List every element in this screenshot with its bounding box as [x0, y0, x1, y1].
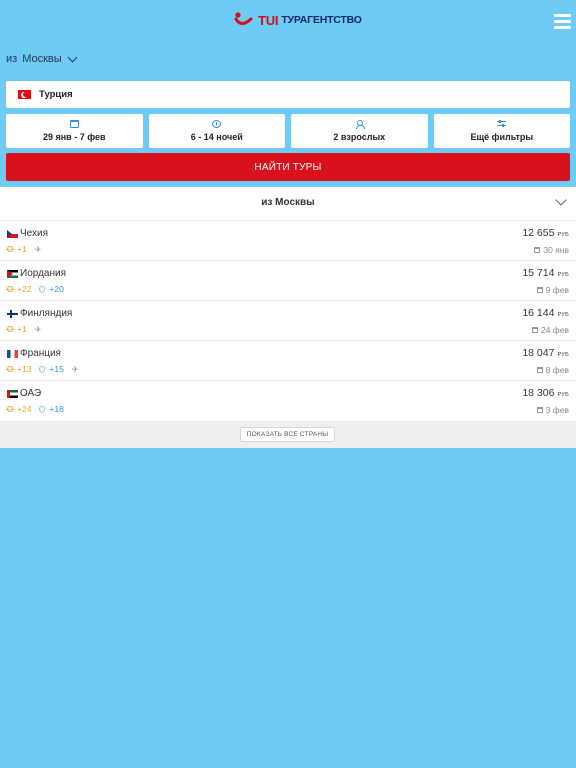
person-icon — [355, 120, 365, 129]
price-currency: РУБ — [557, 232, 569, 238]
price-value: 12 655 — [522, 227, 555, 239]
departure-date: 30 янв — [543, 245, 569, 255]
czech-flag-icon — [7, 230, 18, 238]
show-all-countries-button[interactable]: ПОКАЗАТЬ ВСЕ СТРАНЫ — [240, 427, 335, 442]
calendar-icon — [69, 120, 79, 128]
logo-text: ТУРАГЕНТСТВО — [281, 14, 362, 26]
more-filters-label: Ещё фильтры — [470, 132, 534, 142]
plane-icon: ✈ — [34, 244, 42, 254]
departure-date: 3 фев — [545, 405, 569, 415]
offers-panel-title: из Москвы — [261, 197, 315, 208]
nights-filter[interactable]: 6 - 14 ночей — [148, 114, 285, 148]
from-prefix: из — [6, 53, 18, 65]
water-temperature: +18 — [49, 404, 64, 414]
app-header: TUI ТУРАГЕНТСТВО — [0, 0, 576, 46]
departure-date: 24 фев — [540, 325, 569, 335]
sun-icon — [5, 366, 15, 372]
price-currency: РУБ — [557, 272, 569, 278]
calendar-icon — [536, 407, 543, 413]
price-value: 16 144 — [522, 307, 555, 319]
departure-city-selector[interactable]: из Москвы — [6, 52, 78, 65]
hamburger-menu-icon[interactable] — [554, 14, 571, 29]
air-temperature: +1 — [17, 244, 27, 254]
country-offer-row[interactable]: Иордания +22 +20 15 714 РУБ 9 фев — [0, 261, 576, 301]
plane-icon: ✈ — [71, 364, 79, 374]
search-filters: 29 янв - 7 фев 6 - 14 ночей 2 взрослых Е… — [6, 114, 570, 148]
dates-filter-label: 29 янв - 7 фев — [42, 132, 106, 142]
water-drop-icon — [39, 285, 46, 293]
tui-logo[interactable]: TUI ТУРАГЕНТСТВО — [234, 11, 362, 29]
uae-flag-icon — [7, 390, 18, 398]
find-tours-button[interactable]: НАЙТИ ТУРЫ — [6, 153, 570, 181]
country-name: Чехия — [20, 228, 49, 239]
air-temperature: +22 — [17, 284, 32, 294]
destination-country: Турция — [39, 89, 73, 100]
calendar-icon — [534, 247, 541, 253]
air-temperature: +1 — [17, 324, 27, 334]
price-currency: РУБ — [557, 352, 569, 358]
country-offer-row[interactable]: ОАЭ +24 +18 18 306 РУБ 3 фев — [0, 381, 576, 421]
france-flag-icon — [7, 350, 18, 358]
sun-icon — [5, 286, 15, 292]
clock-icon — [212, 120, 222, 128]
logo-brand: TUI — [258, 12, 279, 28]
country-offer-row[interactable]: Чехия +1 ✈ 12 655 РУБ 30 янв — [0, 221, 576, 261]
departure-date: 9 фев — [545, 285, 569, 295]
turkey-flag-icon — [18, 90, 31, 99]
plane-icon: ✈ — [34, 324, 42, 334]
destination-country-field[interactable]: Турция — [6, 81, 570, 108]
nights-filter-label: 6 - 14 ночей — [190, 132, 243, 142]
country-name: Финляндия — [20, 308, 73, 319]
country-name: Иордания — [20, 268, 67, 279]
tui-smile-logo-icon — [234, 12, 253, 25]
price-currency: РУБ — [557, 392, 569, 398]
price-currency: РУБ — [557, 312, 569, 318]
finland-flag-icon — [7, 310, 18, 318]
dates-filter[interactable]: 29 янв - 7 фев — [6, 114, 143, 148]
price-value: 15 714 — [522, 267, 555, 279]
air-temperature: +13 — [17, 364, 32, 374]
sun-icon — [5, 406, 15, 412]
more-filters-button[interactable]: Ещё фильтры — [433, 114, 570, 148]
country-offer-row[interactable]: Франция +13 +15 ✈ 18 047 РУБ 8 фев — [0, 341, 576, 381]
water-temperature: +20 — [49, 284, 64, 294]
sliders-icon — [497, 120, 507, 128]
country-name: Франция — [20, 348, 61, 359]
water-drop-icon — [39, 365, 46, 373]
calendar-icon — [531, 327, 538, 333]
air-temperature: +24 — [17, 404, 32, 414]
travelers-filter-label: 2 взрослых — [333, 132, 386, 142]
from-city: Москвы — [22, 53, 62, 65]
country-name: ОАЭ — [20, 388, 42, 399]
calendar-icon — [536, 367, 543, 373]
offers-panel-header: из Москвы — [0, 187, 576, 221]
water-drop-icon — [39, 405, 46, 413]
jordan-flag-icon — [7, 270, 18, 278]
price-value: 18 306 — [522, 387, 555, 399]
water-temperature: +15 — [49, 364, 64, 374]
travelers-filter[interactable]: 2 взрослых — [291, 114, 428, 148]
sun-icon — [5, 246, 15, 252]
price-value: 18 047 — [522, 347, 555, 359]
offers-panel: из Москвы Чехия +1 ✈ 12 655 РУБ 30 янв И… — [0, 187, 576, 448]
country-offer-row[interactable]: Финляндия +1 ✈ 16 144 РУБ 24 фев — [0, 301, 576, 341]
chevron-down-icon — [67, 52, 78, 62]
show-all-bar: ПОКАЗАТЬ ВСЕ СТРАНЫ — [0, 421, 576, 448]
calendar-icon — [536, 287, 543, 293]
departure-date: 8 фев — [545, 365, 569, 375]
sun-icon — [5, 326, 15, 332]
